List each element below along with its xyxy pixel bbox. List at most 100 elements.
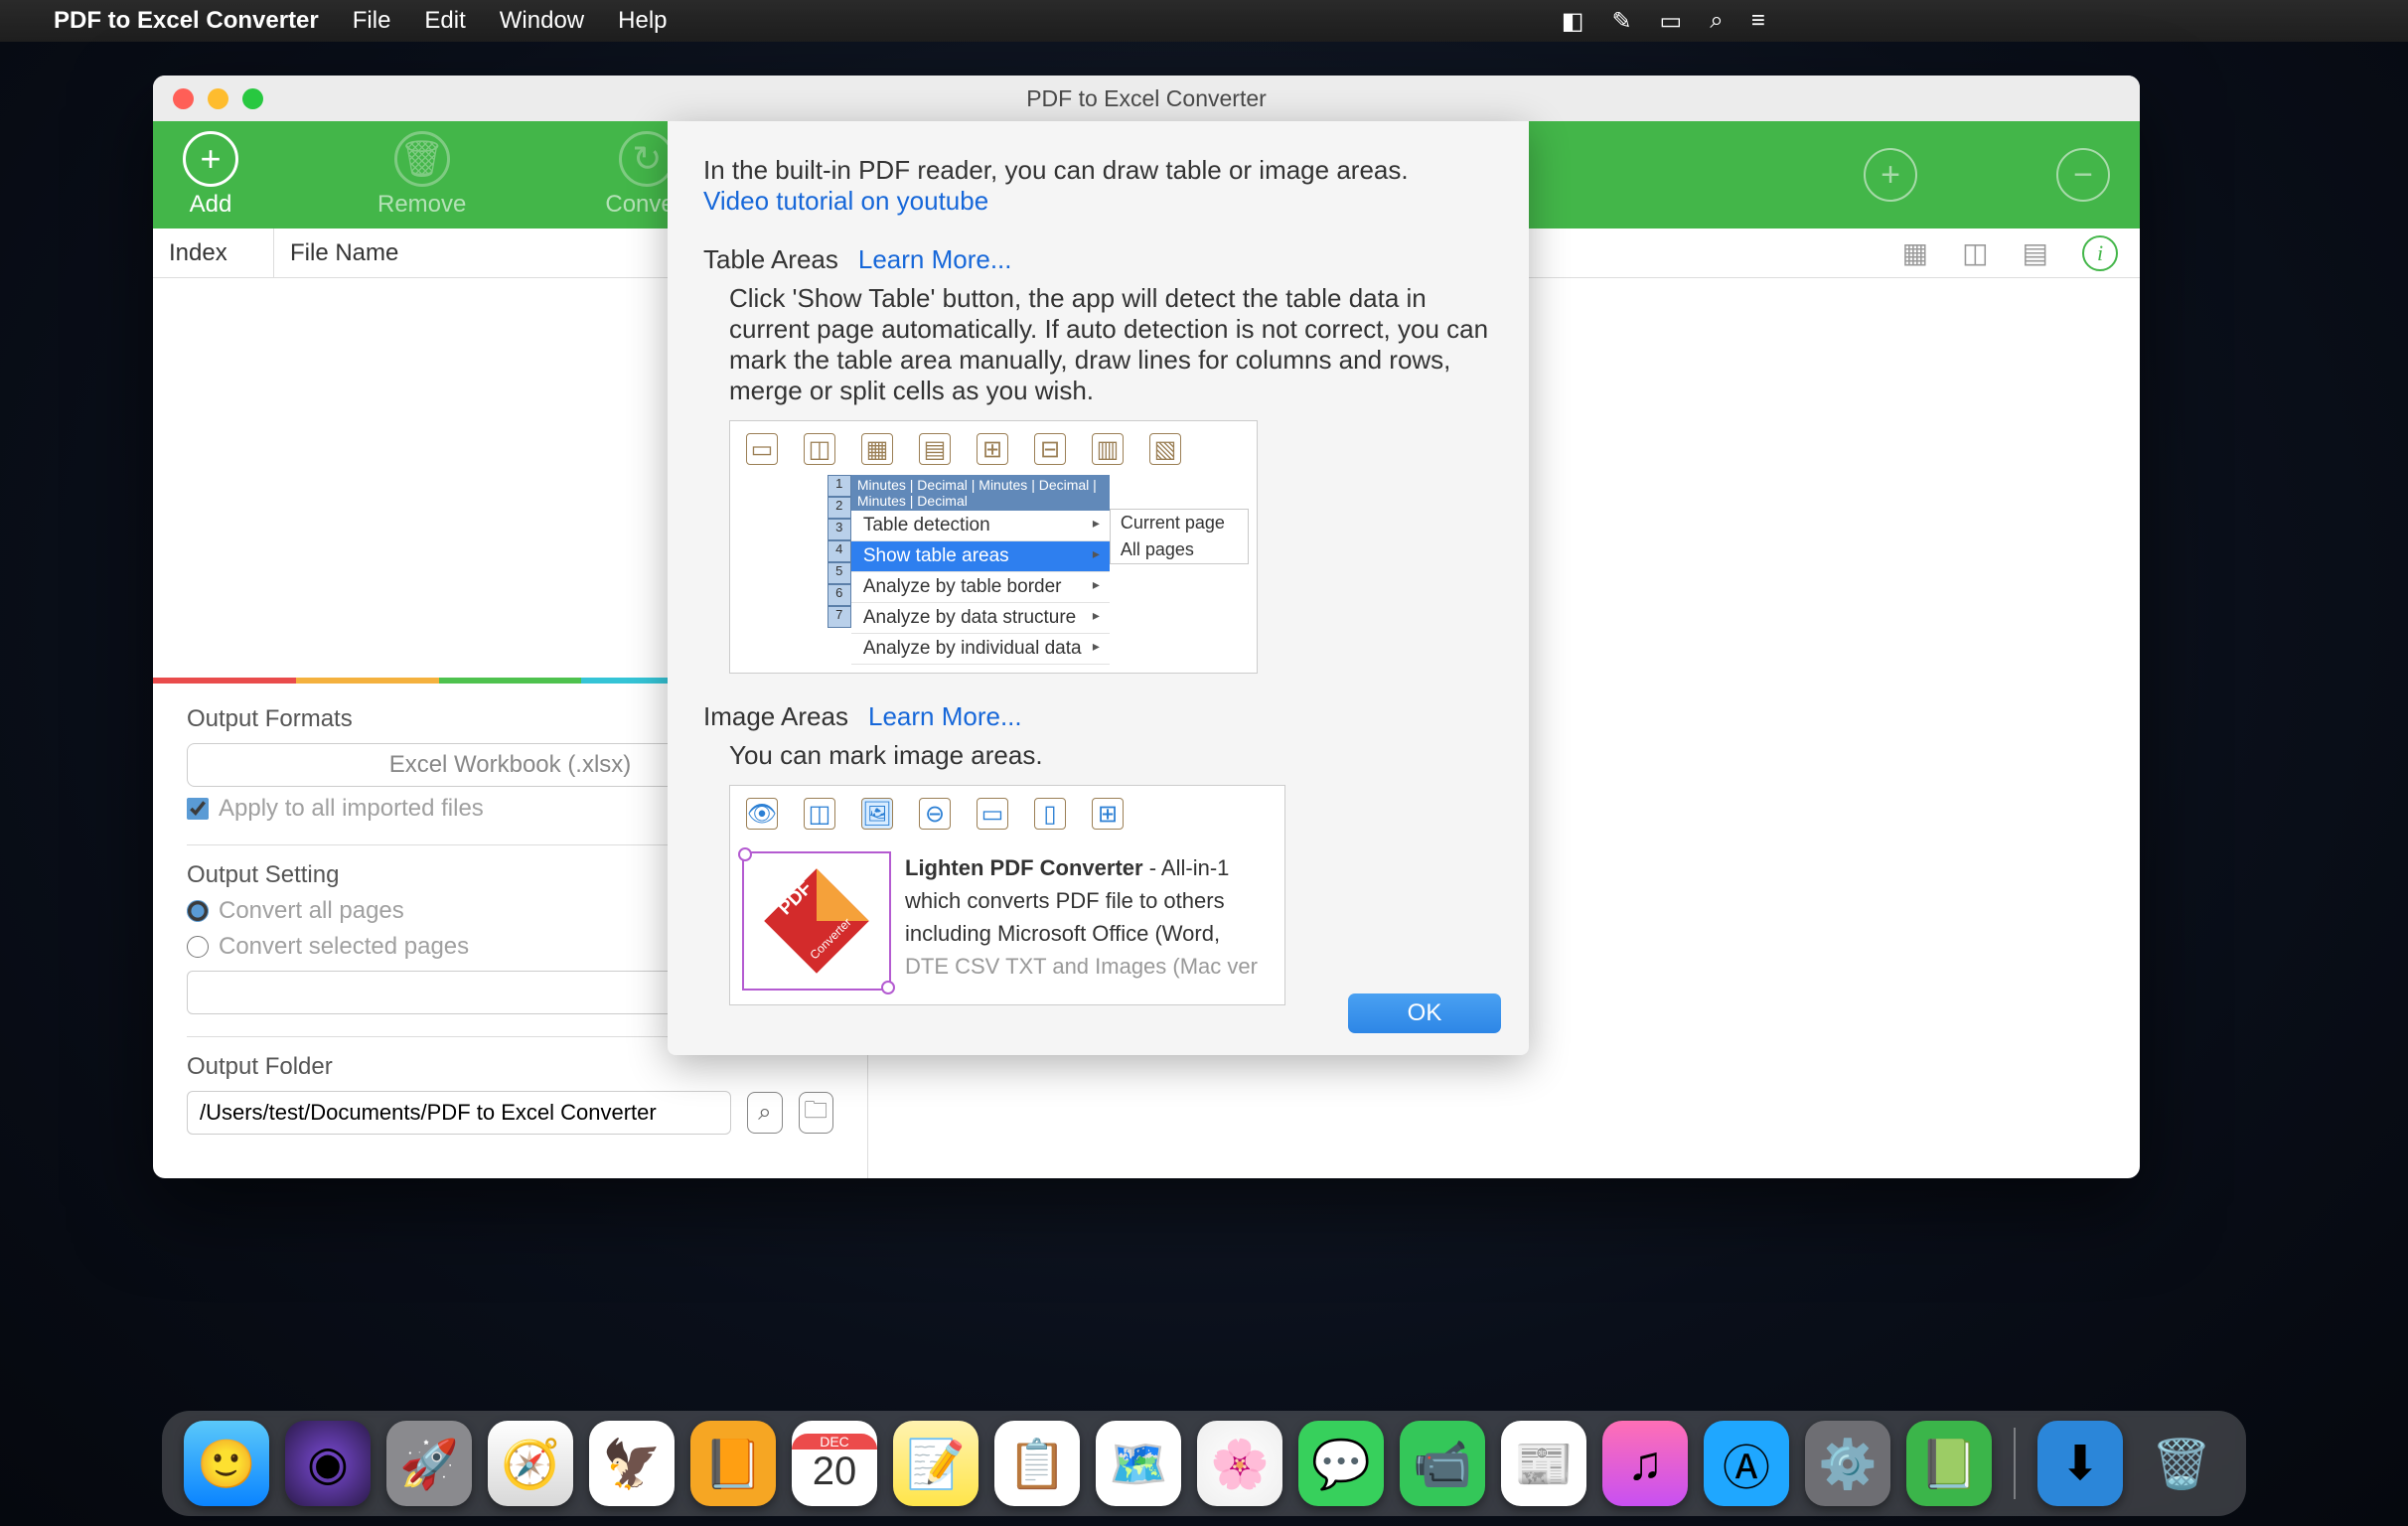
dock: 🙂 ◉ 🚀 🧭 🦅 📙 DEC20 📝 📋 🗺️ 🌸 💬 📹 📰 ♫ Ⓐ ⚙️ … bbox=[162, 1411, 2246, 1516]
ill-tool-icon: ◫ bbox=[804, 798, 835, 830]
output-folder-label: Output Folder bbox=[187, 1053, 833, 1081]
video-tutorial-link[interactable]: Video tutorial on youtube bbox=[703, 186, 988, 216]
ill-menu-item: Table detection bbox=[851, 511, 1110, 541]
apply-all-label: Apply to all imported files bbox=[219, 795, 484, 823]
col-index[interactable]: Index bbox=[153, 229, 274, 277]
dock-finder[interactable]: 🙂 bbox=[184, 1421, 269, 1506]
help-popover: In the built-in PDF reader, you can draw… bbox=[668, 121, 1529, 1055]
refresh-icon: ↻ bbox=[619, 131, 675, 187]
dock-messages[interactable]: 💬 bbox=[1298, 1421, 1384, 1506]
dock-notes[interactable]: 📝 bbox=[893, 1421, 978, 1506]
add-label: Add bbox=[190, 191, 232, 219]
ill-menu-item: Analyze by individual data bbox=[851, 634, 1110, 665]
dock-facetime[interactable]: 📹 bbox=[1400, 1421, 1485, 1506]
ill-tool-icon: ▤ bbox=[919, 433, 951, 465]
dock-reminders[interactable]: 📋 bbox=[994, 1421, 1080, 1506]
display-icon[interactable]: ▭ bbox=[1660, 7, 1683, 36]
radio-input[interactable] bbox=[187, 900, 209, 922]
image-areas-heading: Image Areas bbox=[703, 701, 848, 732]
col-filename[interactable]: File Name bbox=[274, 229, 730, 277]
dock-siri[interactable]: ◉ bbox=[285, 1421, 371, 1506]
choose-folder-button[interactable]: 🗀 bbox=[799, 1092, 833, 1134]
popover-intro: In the built-in PDF reader, you can draw… bbox=[703, 155, 1493, 186]
ill-tool-icon: 👁 bbox=[746, 798, 778, 830]
dock-maps[interactable]: 🗺️ bbox=[1096, 1421, 1181, 1506]
grid-icon[interactable]: ▤ bbox=[2023, 236, 2048, 269]
remove-label: Remove bbox=[377, 191, 466, 219]
ill-tool-icon: ⊖ bbox=[919, 798, 951, 830]
ill-tool-icon: ▥ bbox=[1092, 433, 1124, 465]
convert-selected-label: Convert selected pages bbox=[219, 933, 469, 961]
zoom-out-button[interactable]: − bbox=[2056, 148, 2110, 202]
dock-news[interactable]: 📰 bbox=[1501, 1421, 1586, 1506]
selection-box: PDFConverter bbox=[742, 851, 891, 991]
dock-contacts[interactable]: 📙 bbox=[690, 1421, 776, 1506]
ill-tool-icon: ▯ bbox=[1034, 798, 1066, 830]
sample-l3: including Microsoft Office (Word, bbox=[905, 917, 1258, 950]
ill-tool-icon: 🖼 bbox=[861, 798, 893, 830]
convert-all-label: Convert all pages bbox=[219, 897, 404, 925]
mark-area-icon[interactable]: ◫ bbox=[1962, 236, 1988, 269]
dock-photos[interactable]: 🌸 bbox=[1197, 1421, 1282, 1506]
list-icon[interactable]: ≡ bbox=[1751, 7, 1765, 35]
info-button[interactable]: i bbox=[2082, 235, 2118, 271]
script-icon[interactable]: ✎ bbox=[1611, 7, 1631, 36]
ill-submenu-item: All pages bbox=[1111, 536, 1248, 563]
menu-edit[interactable]: Edit bbox=[424, 7, 465, 35]
table-areas-heading: Table Areas bbox=[703, 244, 838, 275]
mark-table-icon[interactable]: ▦ bbox=[1902, 236, 1928, 269]
sample-l2: which converts PDF file to others bbox=[905, 884, 1258, 917]
dock-appstore[interactable]: Ⓐ bbox=[1704, 1421, 1789, 1506]
dock-mail[interactable]: 🦅 bbox=[589, 1421, 675, 1506]
ill-tool-icon: ▭ bbox=[977, 798, 1008, 830]
ill-tool-icon: ▧ bbox=[1149, 433, 1181, 465]
ill-tool-icon: ⊟ bbox=[1034, 433, 1066, 465]
ill-tool-icon: ⊞ bbox=[977, 433, 1008, 465]
app-name[interactable]: PDF to Excel Converter bbox=[54, 7, 319, 35]
menu-window[interactable]: Window bbox=[500, 7, 584, 35]
dock-downloads[interactable]: ⬇︎ bbox=[2037, 1421, 2123, 1506]
trash-icon: 🗑 bbox=[394, 131, 450, 187]
menubar: PDF to Excel Converter File Edit Window … bbox=[0, 0, 2408, 42]
plus-icon: + bbox=[183, 131, 238, 187]
dock-separator bbox=[2014, 1428, 2016, 1499]
radio-input[interactable] bbox=[187, 936, 209, 958]
dock-pdf-excel[interactable]: 📗 bbox=[1906, 1421, 1992, 1506]
table-areas-illustration: ▭◫▦▤⊞⊟▥▧ 1234567 Minutes | Decimal | Min… bbox=[729, 420, 1258, 674]
dock-settings[interactable]: ⚙️ bbox=[1805, 1421, 1890, 1506]
sample-l1: - All-in-1 bbox=[1143, 855, 1230, 880]
ill-tool-icon: ▦ bbox=[861, 433, 893, 465]
reveal-folder-button[interactable]: ⌕ bbox=[747, 1092, 782, 1134]
image-areas-illustration: 👁◫🖼⊖▭▯⊞ PDFConverter Lighten PDF Convert… bbox=[729, 785, 1285, 1005]
ill-tool-icon: ▭ bbox=[746, 433, 778, 465]
folder-icon: 🗀 bbox=[804, 1093, 828, 1134]
ill-submenu-item: Current page bbox=[1111, 510, 1248, 536]
menu-help[interactable]: Help bbox=[618, 7, 667, 35]
table-areas-body: Click 'Show Table' button, the app will … bbox=[703, 275, 1493, 410]
zoom-in-button[interactable]: + bbox=[1864, 148, 1917, 202]
dock-launchpad[interactable]: 🚀 bbox=[386, 1421, 472, 1506]
ill-menu-item: Show table areas bbox=[851, 541, 1110, 572]
dock-music[interactable]: ♫ bbox=[1602, 1421, 1688, 1506]
learn-more-image-link[interactable]: Learn More... bbox=[868, 701, 1022, 732]
ok-button[interactable]: OK bbox=[1348, 993, 1501, 1033]
format-value: Excel Workbook (.xlsx) bbox=[389, 751, 632, 779]
main-window: PDF to Excel Converter + Add 🗑 Remove ↻ … bbox=[153, 76, 2140, 1178]
output-folder-input[interactable] bbox=[187, 1091, 731, 1135]
search-icon[interactable]: ⌕ bbox=[1710, 7, 1723, 35]
dock-trash[interactable]: 🗑️ bbox=[2139, 1421, 2224, 1506]
ill-menu-item: Analyze by data structure bbox=[851, 603, 1110, 634]
image-areas-body: You can mark image areas. bbox=[703, 732, 1493, 775]
titlebar: PDF to Excel Converter bbox=[153, 76, 2140, 121]
window-title: PDF to Excel Converter bbox=[153, 85, 2140, 112]
add-button[interactable]: + Add bbox=[183, 131, 238, 219]
ill-tool-icon: ◫ bbox=[804, 433, 835, 465]
notification-icon[interactable]: ◧ bbox=[1562, 7, 1584, 36]
remove-button[interactable]: 🗑 Remove bbox=[377, 131, 466, 219]
checkbox-input[interactable] bbox=[187, 798, 209, 820]
sample-l4: DTE CSV TXT and Images (Mac ver bbox=[905, 950, 1258, 983]
dock-calendar[interactable]: DEC20 bbox=[792, 1421, 877, 1506]
dock-safari[interactable]: 🧭 bbox=[488, 1421, 573, 1506]
learn-more-table-link[interactable]: Learn More... bbox=[858, 244, 1012, 275]
menu-file[interactable]: File bbox=[353, 7, 391, 35]
